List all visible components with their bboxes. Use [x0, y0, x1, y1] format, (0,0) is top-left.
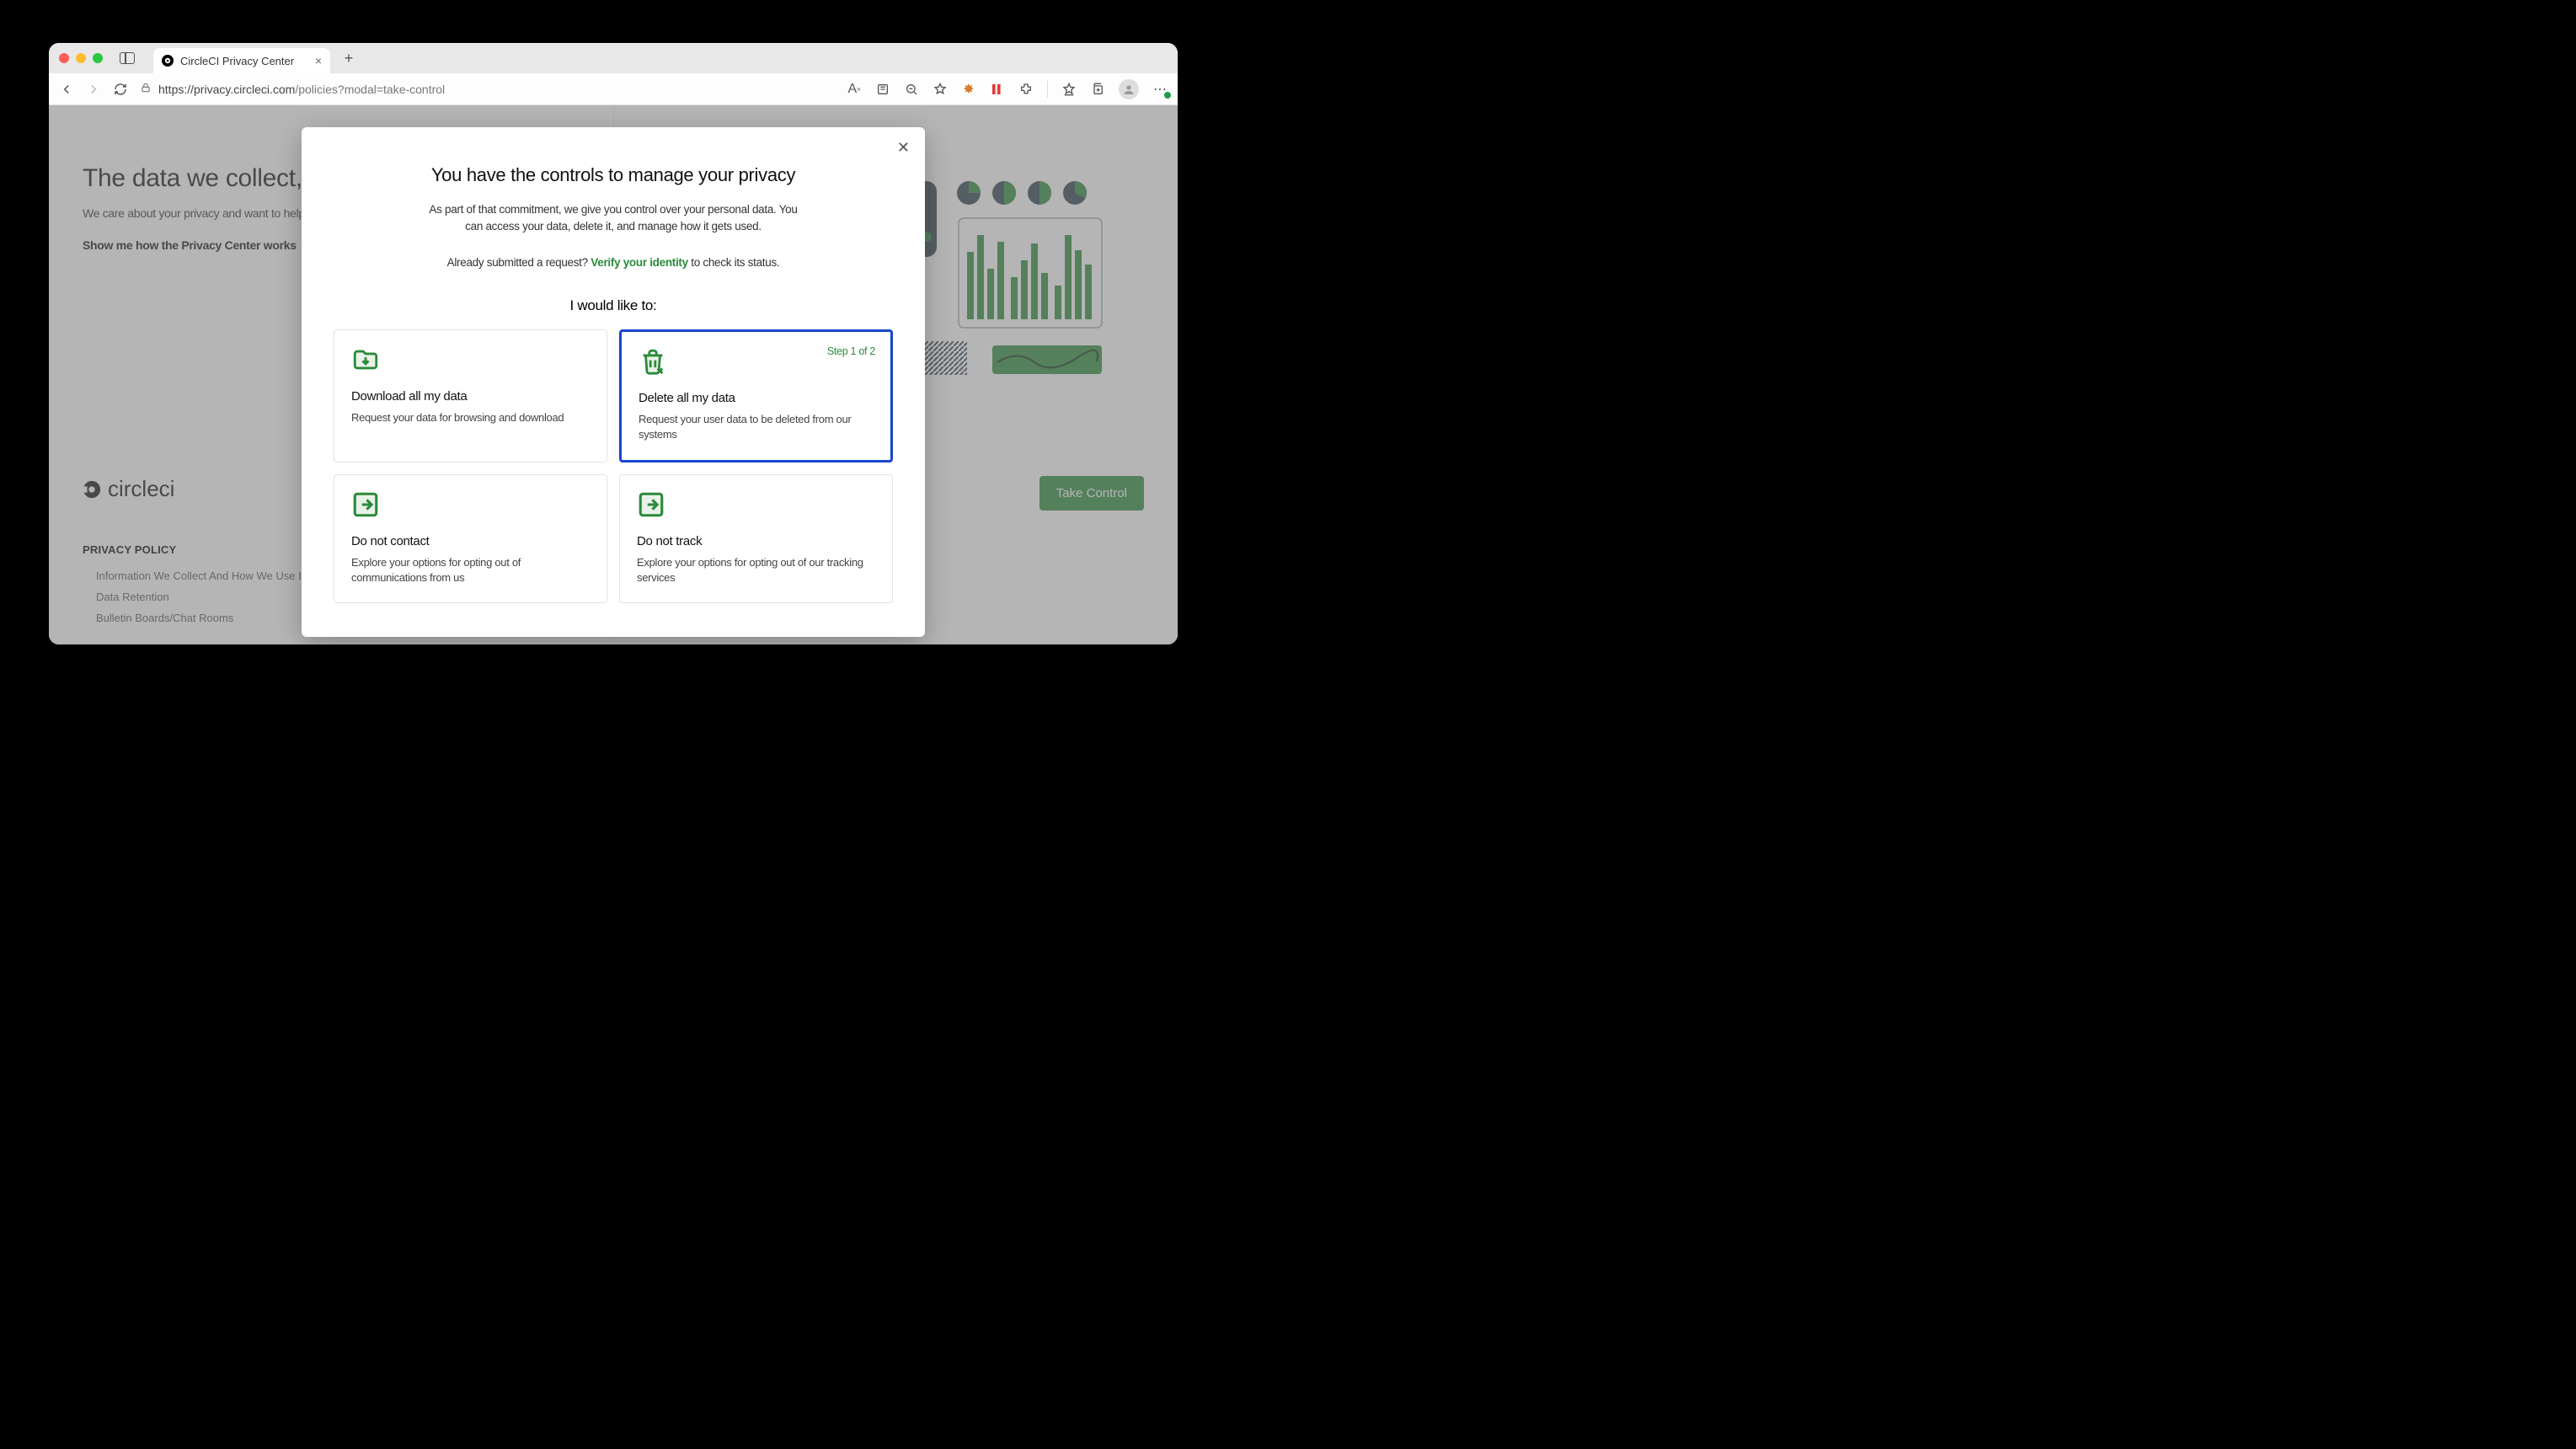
- profile-avatar[interactable]: [1119, 79, 1139, 99]
- card-title: Do not contact: [351, 534, 590, 548]
- verify-identity-link[interactable]: Verify your identity: [591, 256, 688, 269]
- trash-x-icon: [639, 347, 667, 376]
- card-title: Download all my data: [351, 389, 590, 404]
- download-folder-icon: [351, 345, 380, 374]
- card-title: Delete all my data: [639, 391, 874, 405]
- reload-button[interactable]: [113, 82, 128, 97]
- extension-icon-1[interactable]: ✸: [961, 82, 976, 97]
- option-cards: Download all my data Request your data f…: [334, 329, 893, 603]
- zoom-icon[interactable]: [904, 82, 919, 97]
- lock-icon: [140, 82, 152, 96]
- favorite-icon[interactable]: [933, 82, 948, 97]
- modal-overlay[interactable]: ✕ You have the controls to manage your p…: [49, 105, 1178, 644]
- titlebar: CircleCI Privacy Center × +: [49, 43, 1178, 73]
- card-delete-data[interactable]: Step 1 of 2 Delete all my data Request y…: [619, 329, 893, 462]
- card-desc: Explore your options for opting out of o…: [637, 555, 875, 585]
- reader-icon[interactable]: [875, 82, 890, 97]
- card-step-label: Step 1 of 2: [827, 345, 875, 357]
- modal-title: You have the controls to manage your pri…: [334, 164, 893, 186]
- modal-section-heading: I would like to:: [334, 297, 893, 314]
- extensions-icon[interactable]: [1018, 82, 1034, 97]
- browser-tab[interactable]: CircleCI Privacy Center ×: [153, 48, 330, 73]
- modal-close-button[interactable]: ✕: [897, 139, 910, 157]
- maximize-window[interactable]: [93, 53, 103, 63]
- address-bar[interactable]: https://privacy.circleci.com/policies?mo…: [140, 82, 835, 96]
- toolbar-right: A» ✸ ⋯: [847, 79, 1168, 99]
- modal-subtitle: As part of that commitment, we give you …: [420, 201, 807, 234]
- favorites-bar-icon[interactable]: [1061, 82, 1077, 97]
- card-desc: Request your user data to be deleted fro…: [639, 412, 874, 442]
- new-tab-button[interactable]: +: [337, 46, 361, 70]
- url-path: /policies?modal=take-control: [295, 83, 445, 96]
- card-title: Do not track: [637, 534, 875, 548]
- tab-favicon: [162, 55, 174, 67]
- privacy-modal: ✕ You have the controls to manage your p…: [302, 127, 925, 637]
- card-do-not-track[interactable]: Do not track Explore your options for op…: [619, 474, 893, 603]
- sidebar-toggle-icon[interactable]: [120, 52, 135, 64]
- window-controls: [59, 53, 103, 63]
- url-host: https://privacy.circleci.com: [158, 83, 295, 96]
- url-bar: https://privacy.circleci.com/policies?mo…: [49, 73, 1178, 105]
- page-viewport: The data we collect, how it's u We care …: [49, 105, 1178, 644]
- tab-title: CircleCI Privacy Center: [180, 55, 294, 67]
- tab-close-icon[interactable]: ×: [315, 55, 322, 67]
- exit-right-icon: [637, 490, 665, 519]
- card-desc: Request your data for browsing and downl…: [351, 410, 590, 425]
- browser-window: CircleCI Privacy Center × + https://priv…: [49, 43, 1178, 644]
- card-desc: Explore your options for opting out of c…: [351, 555, 590, 585]
- read-aloud-icon[interactable]: A»: [847, 82, 862, 97]
- collections-icon[interactable]: [1090, 82, 1105, 97]
- forward-button: [86, 82, 101, 97]
- exit-right-icon: [351, 490, 380, 519]
- more-icon[interactable]: ⋯: [1152, 82, 1168, 97]
- extension-icon-2[interactable]: [990, 82, 1005, 97]
- card-download-data[interactable]: Download all my data Request your data f…: [334, 329, 607, 462]
- close-window[interactable]: [59, 53, 69, 63]
- modal-status: Already submitted a request? Verify your…: [334, 256, 893, 269]
- minimize-window[interactable]: [76, 53, 86, 63]
- card-do-not-contact[interactable]: Do not contact Explore your options for …: [334, 474, 607, 603]
- back-button[interactable]: [59, 82, 74, 97]
